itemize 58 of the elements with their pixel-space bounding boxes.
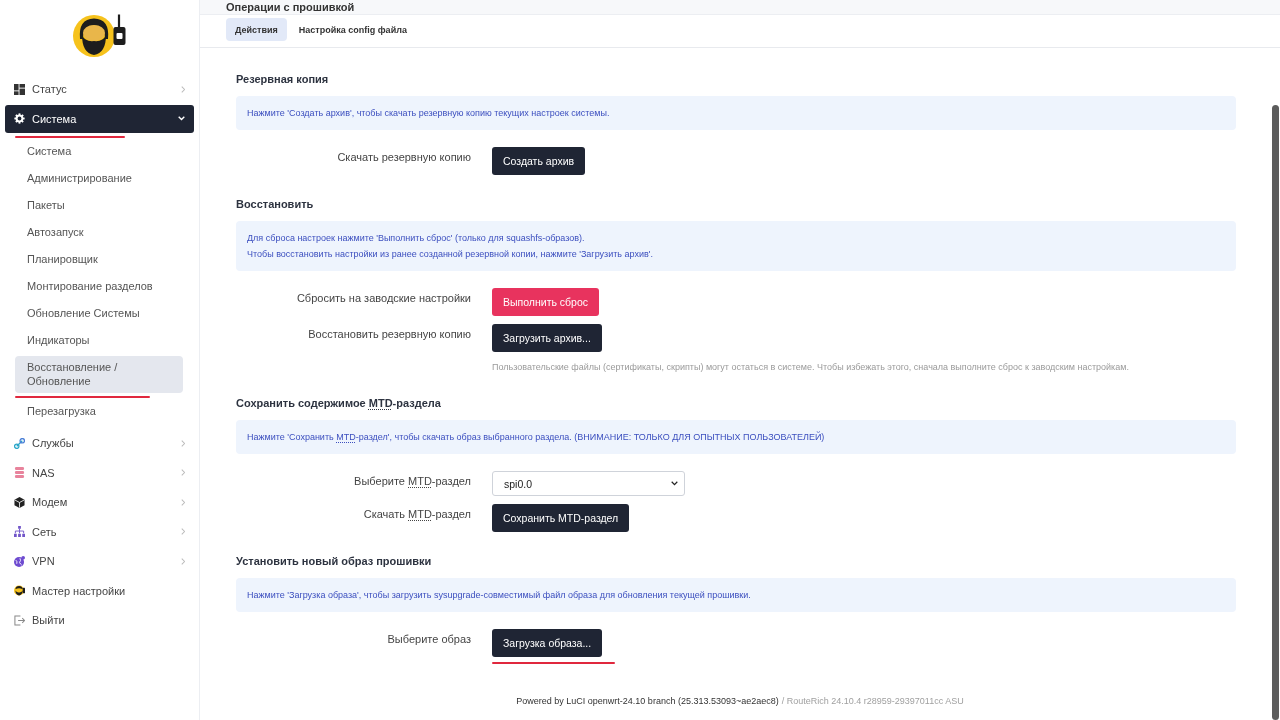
field-label: Сбросить на заводские настройки	[295, 291, 471, 305]
action-button[interactable]: Сохранить MTD-раздел	[492, 504, 630, 532]
field-label: Скачать резервную копию	[336, 150, 471, 164]
page-title: Операции с прошивкой	[226, 0, 355, 14]
section-title: Резервная копия	[236, 72, 330, 87]
sidebar-subitem[interactable]: Пакеты	[15, 192, 183, 219]
footer-version: / RouteRich 24.10.4 r28959-29397011cc ASU	[781, 696, 964, 706]
sidebar-subitem[interactable]: Монтирование разделов	[15, 273, 183, 300]
nodes-icon	[14, 437, 25, 449]
gear-icon	[14, 113, 25, 124]
field-label: Выберите MTD-раздел	[353, 474, 471, 488]
chevron-down-icon	[671, 481, 678, 486]
help-text: Пользовательские файлы (сертификаты, скрипты) могут остаться в системе. Чтобы избежать этого, сначала выполните сброс к заводским настройкам.	[492, 361, 1129, 374]
sitemap-icon	[14, 526, 25, 537]
action-button[interactable]: Загрузка образа...	[492, 629, 603, 657]
cube-icon	[14, 496, 25, 508]
section-title: Восстановить	[236, 197, 315, 212]
info-text: Для сброса настроек нажмите 'Выполнить сброс' (только для squashfs-образов).	[247, 232, 586, 245]
sidebar-subitem[interactable]: Система	[15, 138, 183, 165]
info-text: Нажмите 'Загрузка образа', чтобы загрузить sysupgrade-совместимый файл образа для обновления текущей прошивки.	[247, 589, 752, 602]
field-label: Скачать MTD-раздел	[362, 507, 471, 521]
scrollbar-thumb[interactable]	[1272, 105, 1279, 720]
tab[interactable]: Действия	[226, 18, 287, 41]
action-button[interactable]: Загрузить архив...	[492, 324, 602, 352]
exit-icon	[14, 614, 25, 626]
sidebar-subitem[interactable]: Перезагрузка	[15, 398, 183, 425]
sidebar-subitem[interactable]: Индикаторы	[15, 327, 183, 354]
sidebar-item[interactable]: Сеть	[5, 517, 194, 546]
info-text: Чтобы восстановить настройки из ранее созданной резервной копии, нажмите 'Загрузить архив'.	[247, 248, 654, 261]
sidebar-item[interactable]: Статус	[5, 75, 194, 103]
info-text: Нажмите 'Создать архив', чтобы скачать резервную копию текущих настроек системы.	[247, 107, 611, 120]
sidebar-subitem[interactable]: Восстановление / Обновление	[15, 356, 183, 393]
sidebar-item[interactable]: Выйти	[5, 606, 194, 634]
action-button[interactable]: Создать архив	[492, 147, 586, 175]
sidebar-subitem[interactable]: Администрирование	[15, 165, 183, 192]
globe-icon	[14, 555, 25, 567]
field-label: Выберите образ	[386, 632, 471, 646]
logo-icon	[14, 585, 25, 596]
database-icon	[14, 467, 25, 478]
sidebar-item[interactable]: Службы	[5, 429, 194, 457]
action-button[interactable]: Выполнить сброс	[492, 288, 600, 316]
sidebar-item[interactable]: Модем	[5, 488, 194, 516]
sidebar-subitem[interactable]: Планировщик	[15, 246, 183, 273]
sidebar-item[interactable]: VPN	[5, 547, 194, 575]
grid-icon	[14, 83, 25, 95]
sidebar-item[interactable]: NAS	[5, 458, 194, 487]
section-title: Сохранить содержимое MTD-раздела	[236, 396, 442, 411]
sidebar-subitem[interactable]: Обновление Системы	[15, 300, 183, 327]
logo-icon	[71, 14, 128, 58]
sidebar-item[interactable]: Мастер настройки	[5, 576, 194, 605]
info-text: Нажмите 'Сохранить MTD-раздел', чтобы скачать образ выбранного раздела. (ВНИМАНИЕ: ТОЛЬКО ДЛЯ ОПЫТНЫХ ПОЛЬЗОВАТЕЛЕЙ)	[247, 430, 826, 444]
sidebar-subitem[interactable]: Автозапуск	[15, 219, 183, 246]
footer-text: Powered by LuCI openwrt-24.10 branch (25.313.53093~ae2aec8)	[516, 696, 779, 706]
sidebar-item[interactable]: Система	[5, 104, 194, 133]
tab[interactable]: Настройка config файла	[289, 18, 416, 41]
dropdown-select[interactable]: spi0.0	[492, 471, 685, 496]
field-label: Восстановить резервную копию	[307, 327, 471, 341]
section-title: Установить новый образ прошивки	[236, 554, 433, 569]
